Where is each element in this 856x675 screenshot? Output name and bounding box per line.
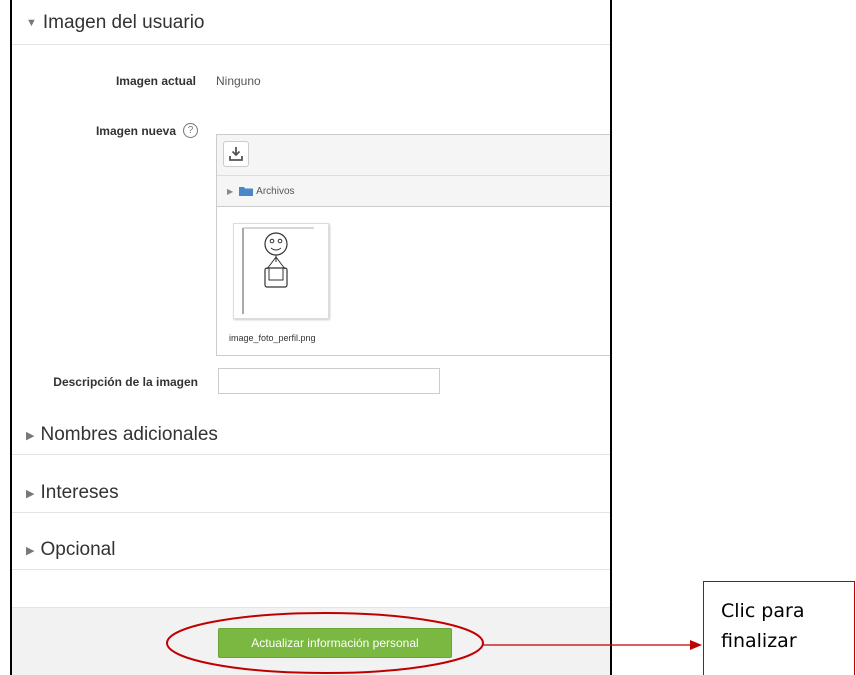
section-divider (12, 512, 610, 513)
section-interests-header[interactable]: ▶ Intereses (26, 482, 119, 504)
folder-label: Archivos (256, 185, 295, 197)
section-additional-names-header[interactable]: ▶ Nombres adicionales (26, 424, 218, 446)
file-name: image_foto_perfil.png (229, 333, 316, 343)
caret-right-icon: ▶ (26, 544, 35, 557)
new-image-label: Imagen nueva (95, 124, 176, 138)
image-description-input[interactable] (218, 368, 440, 394)
file-picker-toolbar (217, 135, 610, 176)
section-divider (12, 569, 610, 570)
help-icon[interactable]: ? (183, 123, 198, 138)
callout-line-2: finalizar (721, 630, 797, 652)
profile-form-panel: ▼ Imagen del usuario Imagen actual Ningu… (10, 0, 612, 675)
upload-button[interactable] (223, 141, 249, 167)
folder-path[interactable]: ▶ Archivos (217, 176, 610, 207)
file-picker[interactable]: ▶ Archivos image_foto_perfil.png (216, 134, 610, 356)
current-image-value: Ninguno (216, 74, 261, 88)
callout-line-1: Clic para (721, 600, 805, 622)
caret-right-icon: ▶ (26, 487, 35, 500)
arrow-head-icon (690, 640, 702, 650)
section-user-image-title: Imagen del usuario (42, 12, 205, 33)
image-thumbnail[interactable] (233, 223, 329, 319)
section-optional-title: Opcional (40, 539, 116, 560)
current-image-label: Imagen actual (115, 74, 196, 88)
section-additional-names-title: Nombres adicionales (40, 424, 218, 445)
update-profile-button[interactable]: Actualizar información personal (218, 628, 452, 658)
caret-right-icon: ▶ (227, 186, 234, 196)
caret-down-icon: ▼ (26, 17, 37, 29)
section-user-image-header[interactable]: ▼ Imagen del usuario (26, 12, 205, 34)
caret-right-icon: ▶ (26, 429, 35, 442)
annotation-callout: Clic para finalizar (703, 581, 855, 675)
download-icon (229, 147, 243, 161)
section-divider (12, 44, 610, 45)
image-description-label: Descripción de la imagen (53, 375, 198, 389)
folder-icon (239, 187, 254, 196)
section-interests-title: Intereses (40, 482, 119, 503)
section-divider (12, 454, 610, 455)
section-optional-header[interactable]: ▶ Opcional (26, 539, 115, 561)
stick-figure-image (242, 227, 314, 314)
